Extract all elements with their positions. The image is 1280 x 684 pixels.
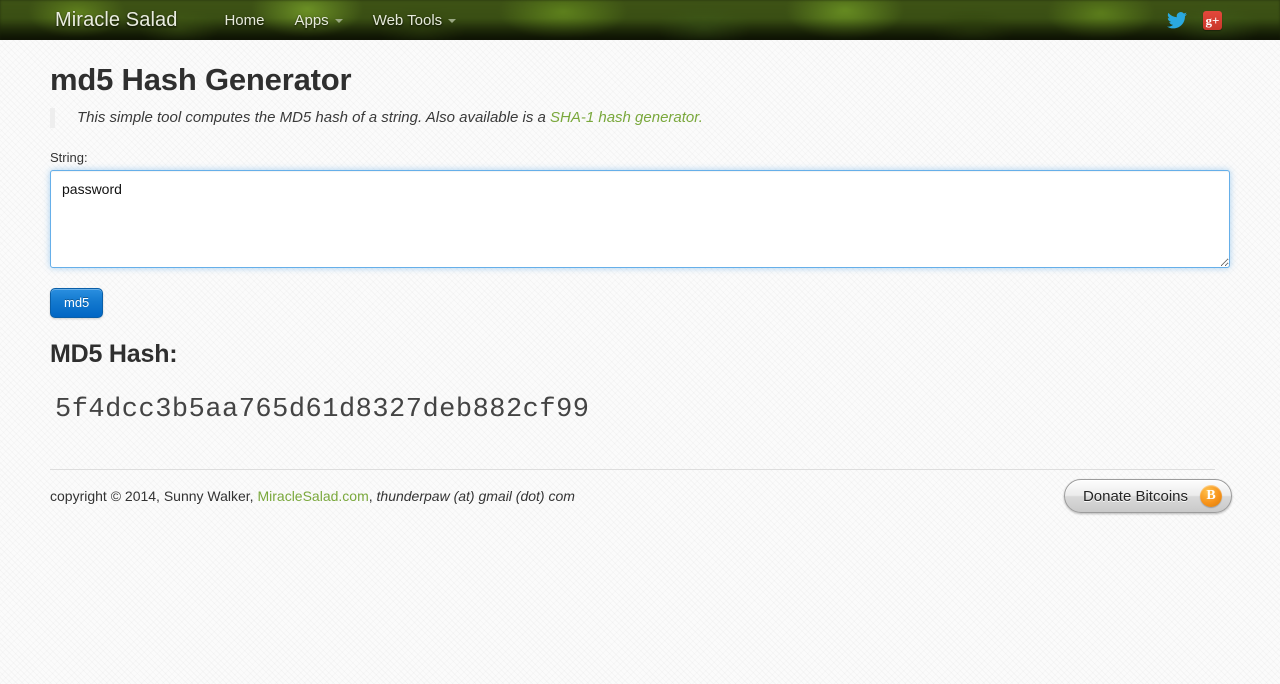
miraclesalad-link[interactable]: MiracleSalad.com xyxy=(257,488,368,504)
copyright-prefix: copyright © 2014, Sunny Walker, xyxy=(50,488,258,504)
string-input[interactable] xyxy=(50,170,1230,268)
nav-item-web-tools[interactable]: Web Tools xyxy=(358,0,472,40)
brand-logo[interactable]: Miracle Salad xyxy=(55,9,177,32)
navbar-social-links: g+ xyxy=(1167,0,1222,40)
hash-result-heading: MD5 Hash: xyxy=(50,340,178,368)
nav-item-web-tools-label: Web Tools xyxy=(372,11,443,29)
navbar-links: Home Apps Web Tools xyxy=(209,0,471,40)
donate-bitcoins-button[interactable]: Donate Bitcoins B xyxy=(1063,479,1232,513)
nav-item-apps[interactable]: Apps xyxy=(279,0,357,40)
hash-result-value: 5f4dcc3b5aa765d61d8327deb882cf99 xyxy=(55,395,590,425)
bitcoin-icon: B xyxy=(1200,485,1222,507)
nav-item-home[interactable]: Home xyxy=(209,0,279,40)
contact-email: thunderpaw (at) gmail (dot) com xyxy=(376,488,575,504)
md5-submit-button[interactable]: md5 xyxy=(50,288,104,318)
google-plus-icon[interactable]: g+ xyxy=(1203,10,1222,30)
page-subtitle: This simple tool computes the MD5 hash o… xyxy=(50,108,1230,128)
top-navbar: Miracle Salad Home Apps Web Tools g+ xyxy=(0,0,1280,40)
nav-item-home-label: Home xyxy=(224,11,265,29)
string-input-label: String: xyxy=(50,150,88,165)
twitter-icon[interactable] xyxy=(1167,11,1187,29)
page-footer: copyright © 2014, Sunny Walker, MiracleS… xyxy=(50,479,1232,547)
copyright-separator: , xyxy=(368,488,377,504)
footer-divider xyxy=(50,469,1215,470)
nav-item-apps-label: Apps xyxy=(294,11,329,29)
chevron-down-icon xyxy=(448,19,457,23)
chevron-down-icon xyxy=(334,19,343,23)
sha1-generator-link[interactable]: SHA-1 hash generator. xyxy=(550,109,703,126)
donate-bitcoins-label: Donate Bitcoins xyxy=(1082,487,1188,505)
copyright-text: copyright © 2014, Sunny Walker, MiracleS… xyxy=(50,487,1230,505)
page-container: md5 Hash Generator This simple tool comp… xyxy=(50,40,1232,547)
subtitle-text: This simple tool computes the MD5 hash o… xyxy=(77,109,550,126)
page-title: md5 Hash Generator xyxy=(50,62,352,97)
